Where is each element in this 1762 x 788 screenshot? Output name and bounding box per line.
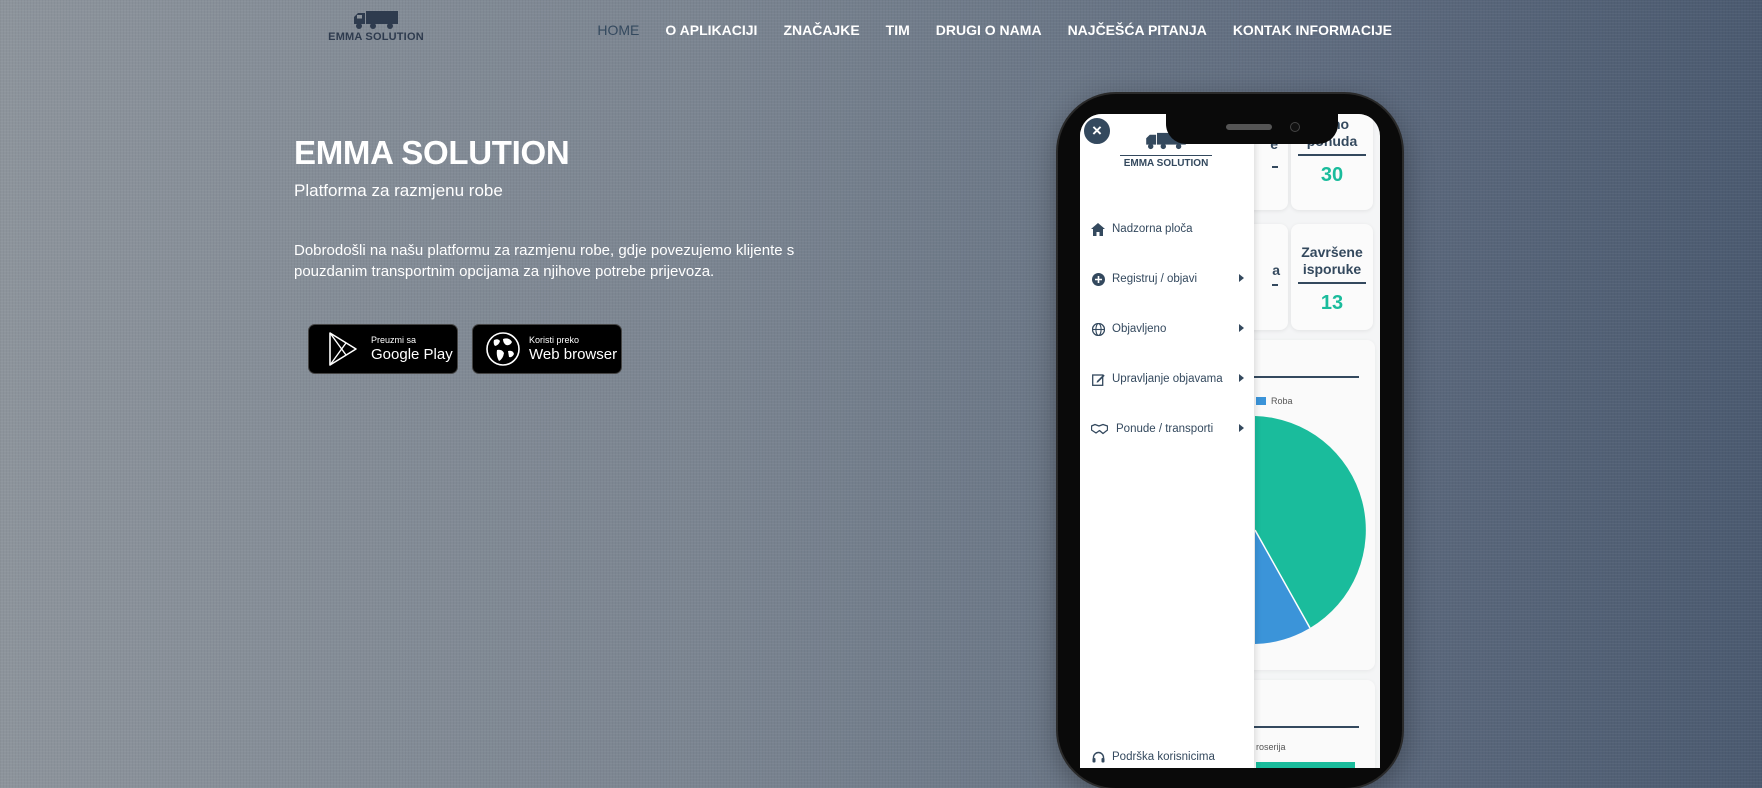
camera-icon (1290, 122, 1300, 132)
google-play-button[interactable]: Preuzmi sa Google Play (308, 324, 458, 374)
caret-right-icon (1239, 374, 1244, 382)
web-browser-big-text: Web browser (529, 345, 618, 363)
nav-home[interactable]: HOME (597, 22, 639, 38)
drawer-logo-text: EMMA SOLUTION (1120, 155, 1212, 169)
bottom-card-bar (1256, 762, 1355, 768)
caret-right-icon (1239, 324, 1244, 332)
phone-screen: e upno ponuda 30 a Završene isporuke 13 … (1080, 114, 1380, 768)
brand-logo-text: EMMA SOLUTION (328, 31, 424, 43)
nav-kontakt[interactable]: KONTAK INFORMACIJE (1233, 22, 1392, 38)
truck-icon (354, 11, 398, 29)
hero-description: Dobrodošli na našu platformu za razmjenu… (294, 242, 795, 280)
menu-item-label: Podrška korisnicima (1112, 751, 1215, 763)
phone-mockup: e upno ponuda 30 a Završene isporuke 13 … (1058, 94, 1402, 788)
partial-card-text-2: a (1272, 262, 1280, 278)
menu-item-label: Objavljeno (1112, 323, 1167, 335)
nav-faq[interactable]: NAJČEŠĆA PITANJA (1068, 22, 1207, 38)
home-icon (1090, 221, 1106, 237)
speaker-grille (1226, 124, 1272, 130)
hero-title: EMMA SOLUTION (294, 134, 570, 171)
bottom-card-rule (1252, 726, 1359, 728)
menu-item-dashboard[interactable]: Nadzorna ploča (1090, 218, 1250, 240)
menu-item-label: Upravljanje objavama (1112, 373, 1223, 385)
card-rule (1298, 154, 1366, 156)
partial-card-rule-2 (1272, 284, 1278, 286)
headset-icon (1090, 749, 1106, 765)
brand-logo[interactable]: EMMA SOLUTION (326, 10, 426, 43)
caret-right-icon (1239, 274, 1244, 282)
menu-item-offers[interactable]: Ponude / transporti (1090, 418, 1250, 440)
google-play-big-text: Google Play (371, 345, 453, 363)
google-play-icon (323, 329, 363, 369)
menu-item-published[interactable]: Objavljeno (1090, 318, 1250, 340)
menu-item-register[interactable]: Registruj / objavi (1090, 268, 1250, 290)
nav-znacajke[interactable]: ZNAČAJKE (783, 22, 859, 38)
web-browser-small-text: Koristi preko (529, 334, 580, 345)
menu-item-manage-posts[interactable]: Upravljanje objavama (1090, 368, 1250, 390)
nav-tim[interactable]: TIM (886, 22, 910, 38)
handshake-icon (1090, 421, 1108, 437)
partial-card-rule (1272, 166, 1278, 168)
nav-drugi-o-nama[interactable]: DRUGI O NAMA (936, 22, 1042, 38)
card-value-2: 13 (1320, 292, 1344, 314)
close-drawer-button[interactable]: × (1082, 116, 1112, 146)
caret-right-icon (1239, 424, 1244, 432)
card-value: 30 (1320, 164, 1344, 186)
edit-icon (1090, 371, 1106, 387)
menu-item-label: Registruj / objavi (1112, 273, 1198, 285)
nav-o-aplikaciji[interactable]: O APLIKACIJI (665, 22, 757, 38)
menu-item-label: Ponude / transporti (1116, 423, 1214, 435)
card-label-2: Završene isporuke (1301, 244, 1363, 277)
dashboard-card-completed: Završene isporuke 13 (1291, 224, 1373, 330)
main-nav: HOME O APLIKACIJI ZNAČAJKE TIM DRUGI O N… (571, 22, 1392, 38)
bottom-card-label: roserija (1256, 742, 1286, 752)
globe-icon (483, 329, 523, 369)
menu-item-support[interactable]: Podrška korisnicima (1090, 746, 1250, 768)
web-browser-button[interactable]: Koristi preko Web browser (472, 324, 622, 374)
phone-notch (1166, 114, 1338, 144)
card-rule-2 (1298, 282, 1366, 284)
globe-icon (1090, 321, 1106, 337)
side-drawer: EMMA SOLUTION Nadzorna ploča Registruj /… (1080, 114, 1254, 768)
google-play-small-text: Preuzmi sa (371, 334, 417, 345)
hero-subtitle: Platforma za razmjenu robe (294, 181, 503, 200)
plus-circle-icon (1090, 271, 1106, 287)
menu-item-label: Nadzorna ploča (1112, 223, 1193, 235)
